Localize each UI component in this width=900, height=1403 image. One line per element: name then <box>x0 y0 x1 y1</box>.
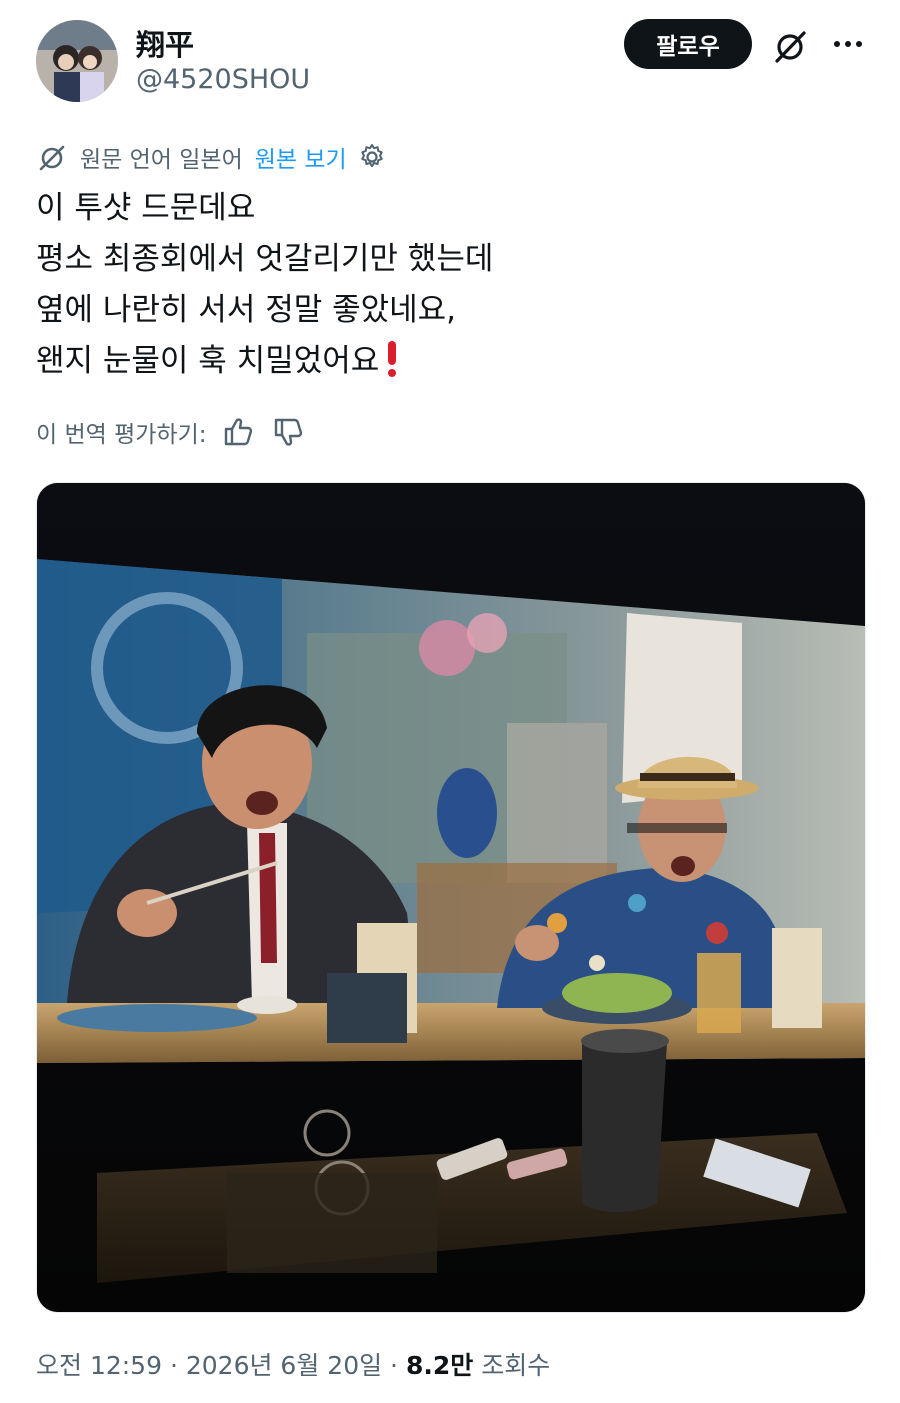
thumbs-up-icon[interactable] <box>221 414 257 450</box>
grok-translate-icon <box>39 145 65 171</box>
translation-info: 원문 언어 일본어 원본 보기 <box>36 140 387 174</box>
separator: · <box>390 1351 398 1380</box>
gear-icon[interactable] <box>357 142 387 172</box>
separator: · <box>169 1351 178 1380</box>
translation-source: 원문 언어 일본어 <box>80 147 243 173</box>
tweet-line: 평소 최종회에서 엇갈리기만 했는데 <box>36 241 494 277</box>
red-exclamation-icon <box>387 341 397 377</box>
thumbs-down-icon[interactable] <box>271 414 307 450</box>
tweet-time[interactable]: 오전 12:59 <box>36 1351 162 1380</box>
more-dots-icon[interactable] <box>828 30 868 58</box>
tweet-line-with-emoji: 왠지 눈물이 훅 치밀었어요 <box>36 336 856 387</box>
grok-slash-icon[interactable] <box>770 26 810 66</box>
tweet-text: 이 투샷 드문데요 평소 최종회에서 엇갈리기만 했는데 옆에 나란히 서서 정… <box>36 183 856 387</box>
tweet-meta: 오전 12:59 · 2026년 6월 20일 · 8.2만 조회수 <box>36 1346 550 1382</box>
follow-button[interactable]: 팔로우 <box>624 19 752 69</box>
views-label: 조회수 <box>481 1351 551 1380</box>
rate-translation-label: 이 번역 평가하기: <box>36 422 207 448</box>
tweet-photo[interactable] <box>36 482 866 1313</box>
tweet-date[interactable]: 2026년 6월 20일 <box>186 1351 382 1380</box>
show-original-link[interactable]: 원본 보기 <box>255 140 347 174</box>
views-count: 8.2만 <box>405 1351 474 1380</box>
avatar[interactable] <box>36 20 118 102</box>
tweet-line: 왠지 눈물이 훅 치밀었어요 <box>36 343 380 379</box>
tweet-line: 옆에 나란히 서서 정말 좋았네요, <box>36 292 457 328</box>
tweet-line: 이 투샷 드문데요 <box>36 190 256 226</box>
display-name[interactable]: 翔平 <box>136 22 194 64</box>
user-handle[interactable]: @4520SHOU <box>136 64 310 95</box>
rate-translation: 이 번역 평가하기: <box>36 412 307 452</box>
